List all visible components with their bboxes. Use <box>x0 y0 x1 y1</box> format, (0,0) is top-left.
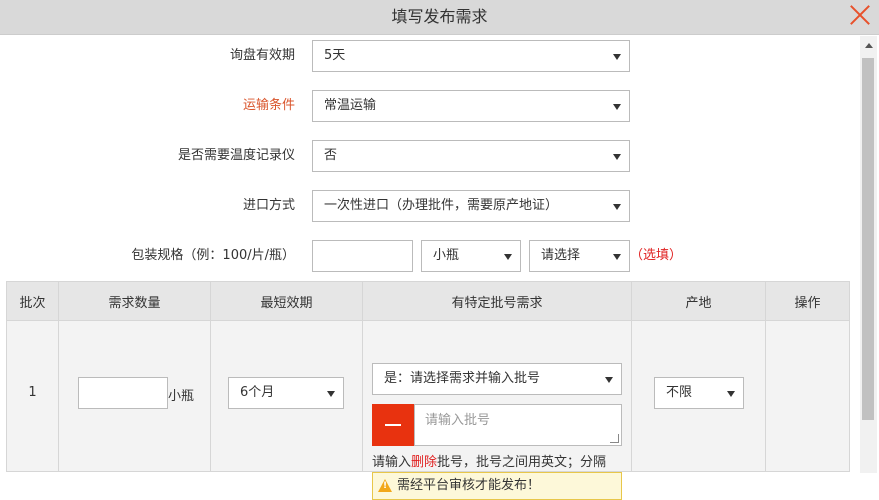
batch-requirement-value: 是：请选择需求并输入批号 <box>384 371 541 386</box>
table-header-row: 批次 需求数量 最短效期 有特定批号需求 产地 操作 <box>6 281 850 321</box>
min-validity-value: 6个月 <box>240 385 275 400</box>
header-quantity: 需求数量 <box>58 281 211 321</box>
scroll-up-icon[interactable] <box>860 36 877 53</box>
min-validity-select[interactable]: 6个月 <box>228 377 344 409</box>
transport-label: 运输条件 <box>242 98 295 113</box>
quantity-cell: 小瓶 <box>58 320 211 472</box>
package-unit-select[interactable]: 小瓶 <box>421 240 521 272</box>
min-validity-cell: 6个月 <box>210 320 363 472</box>
chevron-down-icon <box>613 204 621 210</box>
package-type-select[interactable]: 请选择 <box>529 240 630 272</box>
close-icon[interactable] <box>849 4 871 26</box>
validity-label: 询盘有效期 <box>229 48 295 63</box>
batch-requirement-cell: 是：请选择需求并输入批号 请输入批号 请输入删除批号，批号之间用英文；分隔 需经… <box>362 320 632 500</box>
import-value: 一次性进口（办理批件，需要原产地证） <box>324 198 559 213</box>
temp-recorder-label: 是否需要温度记录仪 <box>177 148 295 163</box>
minus-icon[interactable] <box>372 404 414 446</box>
hint-suffix: 批号，批号之间用英文；分隔 <box>437 455 607 470</box>
origin-cell: 不限 <box>631 320 766 472</box>
scrollbar-thumb[interactable] <box>862 58 874 420</box>
quantity-input[interactable] <box>78 377 168 409</box>
header-origin: 产地 <box>631 281 766 321</box>
chevron-down-icon <box>727 391 735 397</box>
dialog-titlebar: 填写发布需求 <box>0 0 879 35</box>
temp-recorder-select[interactable]: 否 <box>312 140 630 172</box>
temp-recorder-value: 否 <box>324 148 338 163</box>
action-cell <box>765 320 850 472</box>
origin-value: 不限 <box>666 385 693 400</box>
package-input[interactable] <box>312 240 413 272</box>
dialog-title: 填写发布需求 <box>391 7 488 26</box>
review-warning: 需经平台审核才能发布！ <box>372 472 622 500</box>
transport-value: 常温运输 <box>324 98 377 113</box>
chevron-down-icon <box>613 104 621 110</box>
header-batch: 批次 <box>6 281 59 321</box>
scrollbar[interactable] <box>860 36 877 473</box>
hint-delete-text: 删除 <box>411 455 438 470</box>
import-select[interactable]: 一次性进口（办理批件，需要原产地证） <box>312 190 630 222</box>
chevron-down-icon <box>504 254 512 260</box>
validity-select[interactable]: 5天 <box>312 40 630 72</box>
import-label: 进口方式 <box>242 198 295 213</box>
quantity-unit: 小瓶 <box>168 389 195 404</box>
batch-cell: 1 <box>6 320 59 472</box>
header-action: 操作 <box>765 281 850 321</box>
batch-hint: 请输入删除批号，批号之间用英文；分隔 <box>372 451 606 470</box>
transport-select[interactable]: 常温运输 <box>312 90 630 122</box>
chevron-down-icon <box>613 254 621 260</box>
chevron-down-icon <box>605 377 613 383</box>
header-batch-requirement: 有特定批号需求 <box>362 281 632 321</box>
table-row: 1 小瓶 6个月 是：请选择需求并输入批号 请输入批号 请输入删除批号，批号之间… <box>6 320 850 500</box>
chevron-down-icon <box>613 154 621 160</box>
origin-select[interactable]: 不限 <box>654 377 744 409</box>
batch-number-textarea[interactable]: 请输入批号 <box>414 404 622 446</box>
warning-text: 需经平台审核才能发布！ <box>397 478 541 493</box>
resize-grip[interactable] <box>610 434 619 443</box>
chevron-down-icon <box>327 391 335 397</box>
batch-requirement-select[interactable]: 是：请选择需求并输入批号 <box>372 363 622 395</box>
optional-note: （选填） <box>630 248 683 263</box>
validity-value: 5天 <box>324 48 346 63</box>
batch-number-placeholder: 请输入批号 <box>425 413 491 428</box>
batch-table: 批次 需求数量 最短效期 有特定批号需求 产地 操作 1 小瓶 6个月 是：请选… <box>6 281 850 500</box>
header-min-validity: 最短效期 <box>210 281 363 321</box>
batch-number: 1 <box>28 385 37 400</box>
chevron-down-icon <box>613 54 621 60</box>
package-unit-value: 小瓶 <box>433 248 460 263</box>
package-type-value: 请选择 <box>541 248 581 263</box>
hint-prefix: 请输入 <box>372 455 412 470</box>
warning-icon <box>378 479 392 492</box>
package-label: 包装规格（例：100/片/瓶） <box>131 248 295 263</box>
